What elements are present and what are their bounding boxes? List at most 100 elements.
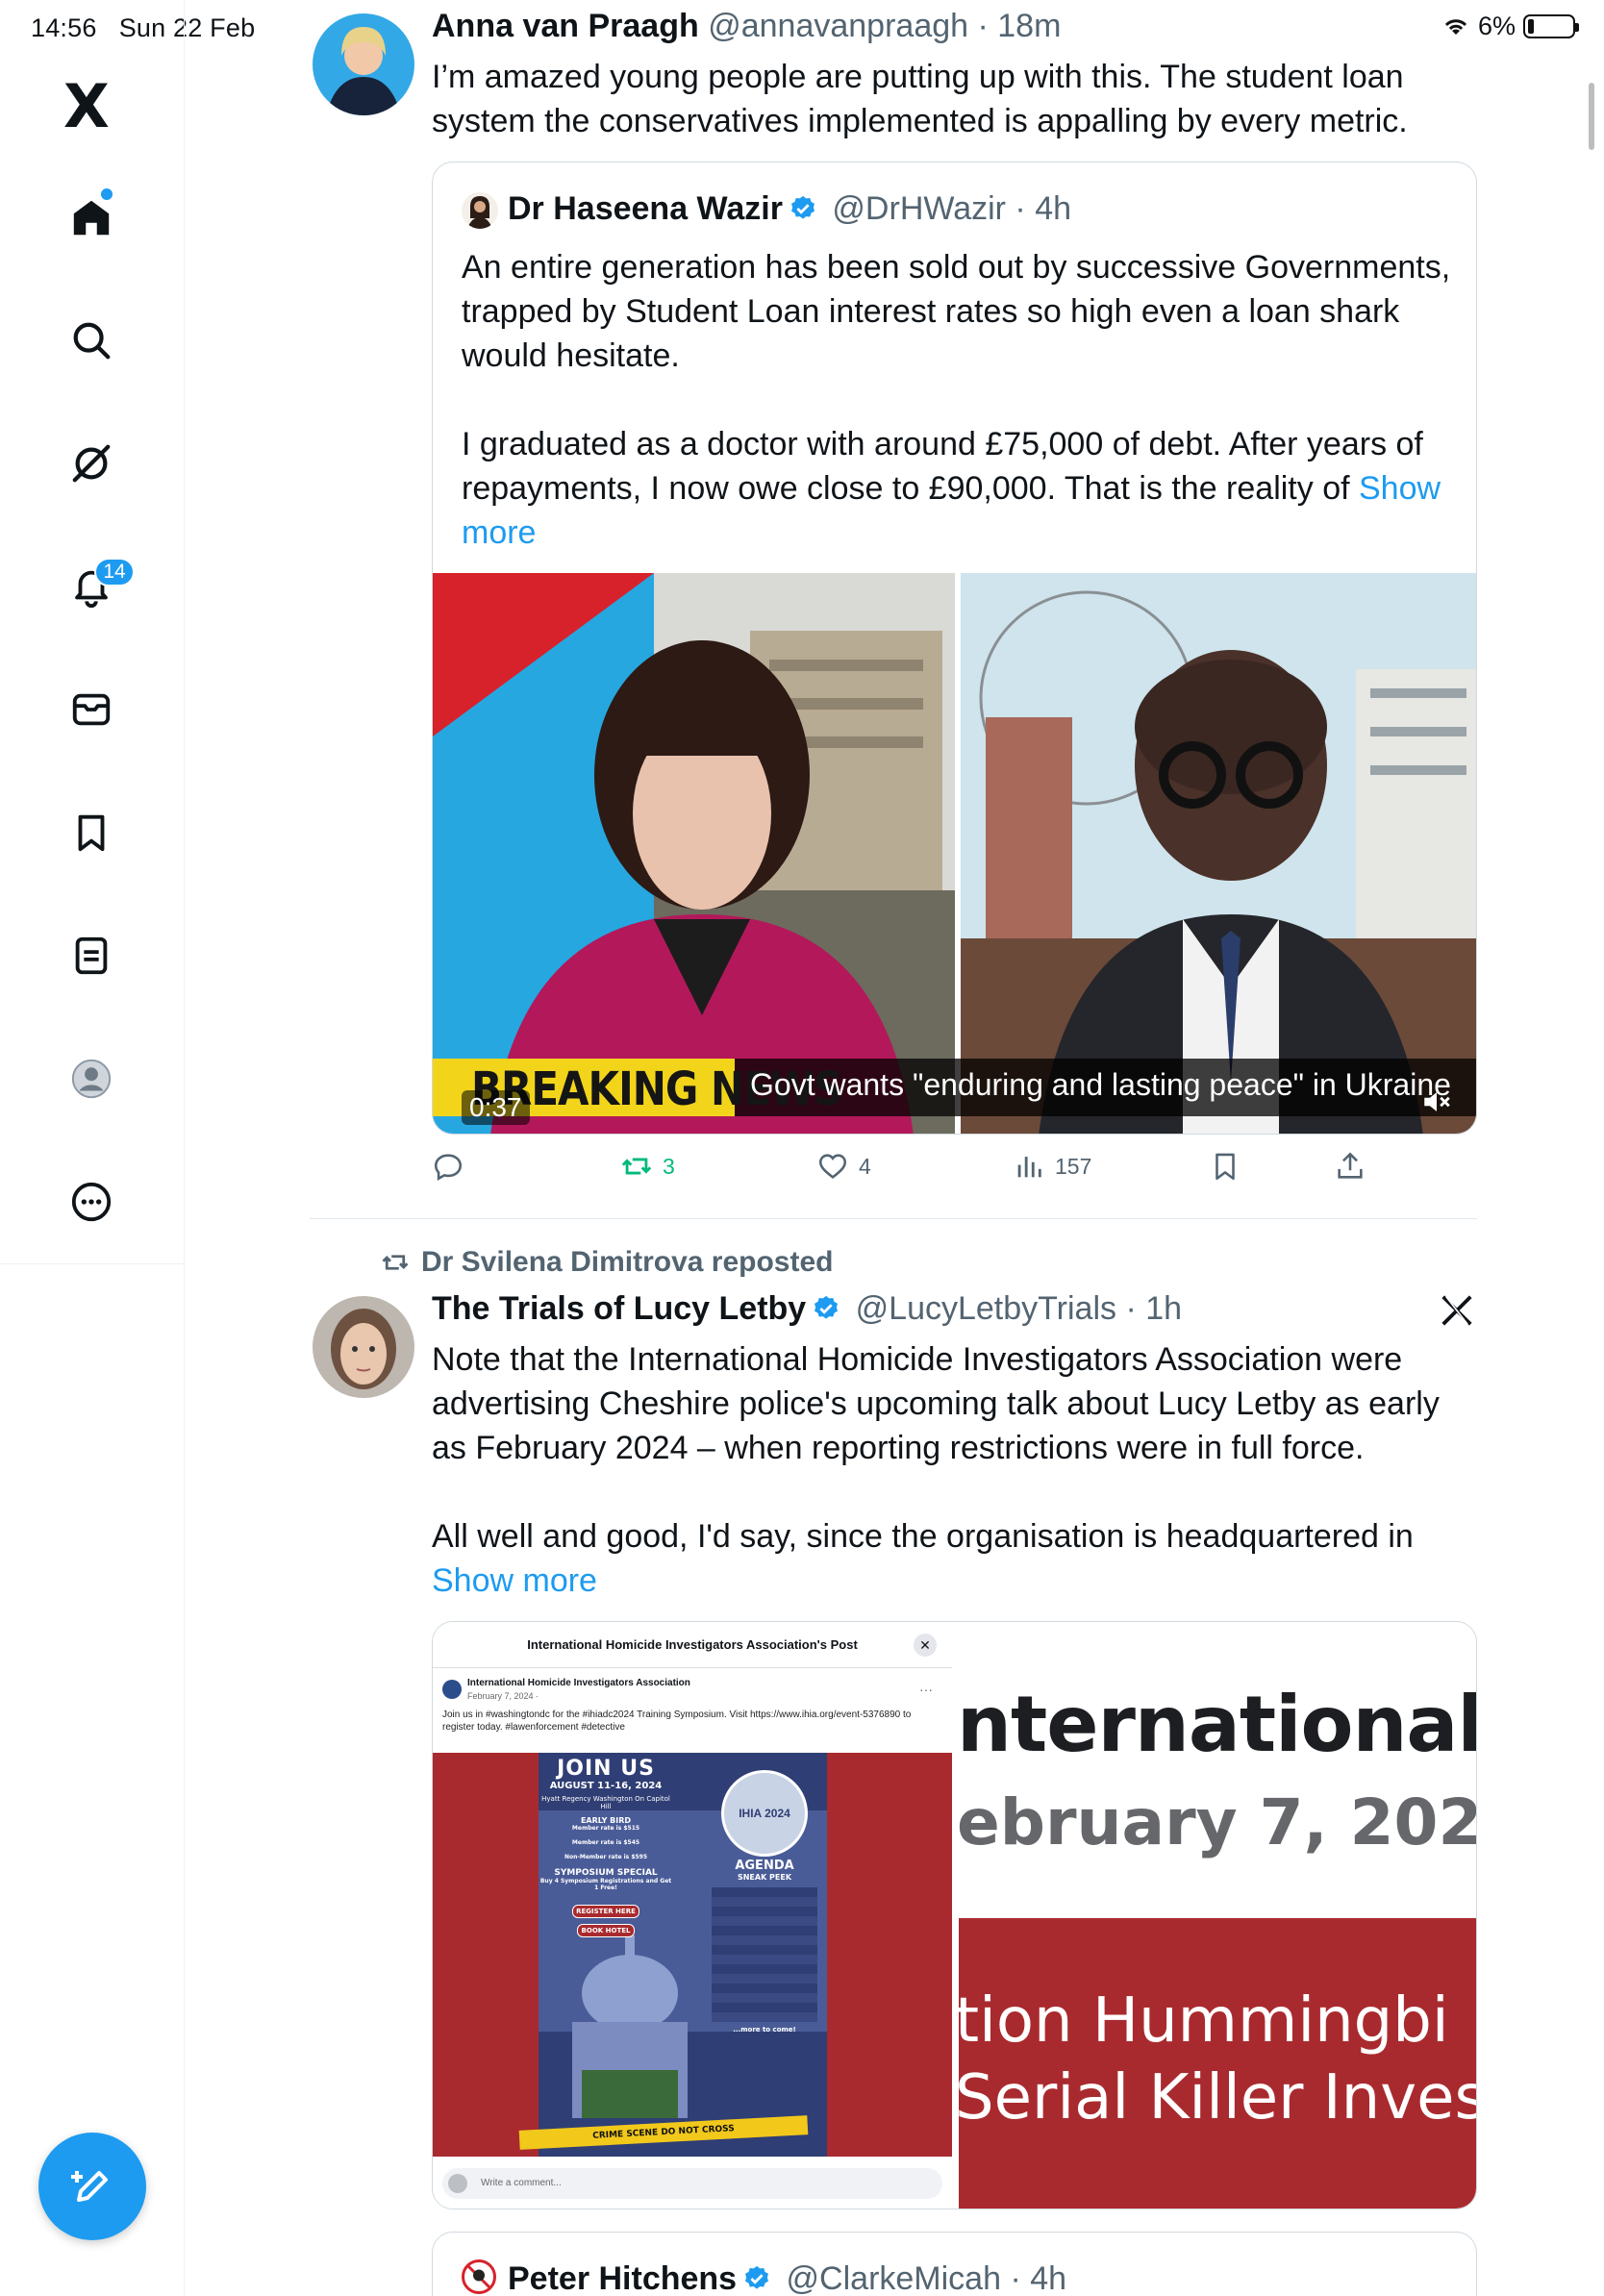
ticker-headline: Govt wants "enduring and lasting peace" … (750, 1067, 1451, 1102)
home-icon[interactable] (61, 187, 122, 249)
status-indicators: 6% (1441, 12, 1579, 41)
tweet-media-grid[interactable]: International Homicide Investigators Ass… (432, 1621, 1477, 2209)
tweet-time[interactable]: 1h (1145, 1290, 1182, 1327)
zoom-agenda-line-1: tion Hummingbi (959, 1985, 1449, 2057)
tweet-text: Note that the International Homicide Inv… (432, 1337, 1451, 1603)
share-button[interactable] (1334, 1150, 1366, 1183)
tweet-time[interactable]: 18m (997, 8, 1061, 44)
quote-avatar[interactable] (462, 192, 498, 229)
verified-badge-icon (790, 195, 815, 219)
tweet-text: I’m amazed young people are putting up w… (432, 59, 1408, 139)
fb-body: Join us in #washingtondc for the #ihiadc… (442, 1710, 912, 1733)
fb-comment-input: Write a comment... (442, 2168, 942, 2199)
search-icon[interactable] (61, 310, 122, 371)
battery-percent: 6% (1477, 12, 1516, 40)
scrollbar-thumb[interactable] (1589, 83, 1594, 150)
poster-right-column: AGENDA SNEAK PEEK ...more to come! (712, 1859, 817, 2034)
retweet-button[interactable]: 3 (620, 1150, 675, 1183)
quote-author-handle[interactable]: @ClarkeMicah (787, 2260, 1001, 2296)
fb-page-avatar (442, 1680, 462, 1699)
quote-paragraph-1: An entire generation has been sold out b… (462, 249, 1451, 374)
x-logo-icon[interactable]: X (63, 77, 110, 137)
compose-icon (71, 2171, 108, 2202)
video-player[interactable]: BREAKING NEWS Govt wants "enduring and l… (433, 573, 1476, 1134)
lists-icon[interactable] (61, 925, 122, 986)
mute-icon[interactable] (1420, 1086, 1453, 1118)
quote-time[interactable]: 4h (1030, 2260, 1066, 2296)
compose-post-button[interactable] (38, 2133, 146, 2240)
show-more-link[interactable]: Show more (432, 1562, 597, 1599)
views-button[interactable]: 157 (1013, 1150, 1091, 1183)
view-count: 157 (1055, 1153, 1092, 1179)
quote-paragraph-2: I graduated as a doctor with around £75,… (462, 426, 1441, 551)
tweet-paragraph-1: Note that the International Homicide Inv… (432, 1341, 1440, 1466)
messages-icon[interactable] (61, 679, 122, 740)
repost-indicator: Dr Svilena Dimitrova reposted (381, 1246, 833, 1279)
quoted-tweet[interactable]: Dr Haseena Wazir @DrHWazir · 4h An entir… (432, 162, 1477, 1135)
home-unread-dot (101, 188, 113, 200)
heart-icon (818, 1154, 847, 1179)
capitol-illustration (572, 1935, 688, 2118)
like-count: 4 (859, 1153, 871, 1179)
fb-author: International Homicide Investigators Ass… (467, 1678, 690, 1688)
zoom-agenda-line-2: Serial Killer Inves (959, 2062, 1477, 2134)
tweet-divider (310, 1218, 1477, 1219)
quoted-tweet-peter-hitchens[interactable]: Peter Hitchens @ClarkeMicah · 4h (432, 2232, 1477, 2296)
quote-text: An entire generation has been sold out b… (462, 245, 1452, 555)
verified-badge-icon (745, 2265, 769, 2289)
quote-header: Dr Haseena Wazir @DrHWazir · 4h (508, 190, 1072, 227)
reply-icon (434, 1154, 463, 1181)
poster-hotel-button: BOOK HOTEL (577, 1924, 635, 1937)
verified-badge-icon (815, 1295, 839, 1319)
avatar[interactable] (313, 1296, 414, 1398)
fb-comment-avatar (448, 2174, 467, 2193)
avatar[interactable] (313, 13, 414, 115)
tweet-header: Anna van Praagh @annavanpraagh · 18m (432, 8, 1062, 44)
video-duration: 0:37 (462, 1090, 530, 1125)
quote-header: Peter Hitchens @ClarkeMicah · 4h (508, 2260, 1067, 2296)
retweet-icon (621, 1158, 652, 1175)
reply-button[interactable] (432, 1150, 464, 1183)
poster-left-column: JOIN US AUGUST 11-16, 2024 Hyatt Regency… (539, 1757, 673, 1937)
video-frame (433, 573, 1476, 1134)
author-handle[interactable]: @annavanpraagh (708, 8, 968, 44)
views-chart-icon (1017, 1157, 1041, 1178)
profile-avatar-icon[interactable] (61, 1048, 122, 1110)
fb-post-title: International Homicide Investigators Ass… (433, 1622, 952, 1668)
tweet-paragraph-2: All well and good, I'd say, since the or… (432, 1518, 1414, 1599)
zoom-heading: nternational H (959, 1680, 1477, 1769)
quote-author-name[interactable]: Dr Haseena Wazir (508, 190, 783, 227)
poster-register-button: REGISTER HERE (572, 1905, 639, 1918)
fb-close-icon: ✕ (914, 1634, 937, 1657)
zoom-date: ebruary 7, 2024 (959, 1785, 1477, 1859)
fb-date: February 7, 2024 · (467, 1691, 539, 1701)
quote-time[interactable]: 4h (1035, 190, 1071, 227)
grok-icon[interactable] (61, 433, 122, 494)
retweet-count: 3 (663, 1153, 675, 1179)
tweet-actions: 3 4 157 (432, 1150, 1480, 1192)
sidebar: X 14 (0, 0, 185, 2296)
x-grok-icon[interactable] (1439, 1292, 1475, 1329)
battery-icon (1523, 14, 1579, 38)
fb-more-icon: ··· (919, 1682, 933, 1697)
media-image-zoom-crop[interactable]: nternational H ebruary 7, 2024 tion Humm… (959, 1622, 1477, 2209)
bookmark-button[interactable] (1209, 1150, 1241, 1183)
notifications-badge: 14 (94, 558, 135, 586)
author-handle[interactable]: @LucyLetbyTrials (856, 1290, 1116, 1327)
like-button[interactable]: 4 (816, 1150, 871, 1183)
reposted-by-text[interactable]: Dr Svilena Dimitrova reposted (421, 1246, 833, 1279)
bookmarks-icon[interactable] (61, 802, 122, 863)
author-name[interactable]: The Trials of Lucy Letby (432, 1290, 806, 1327)
more-options-icon[interactable] (61, 1171, 122, 1233)
tweet-header: The Trials of Lucy Letby @LucyLetbyTrial… (432, 1290, 1183, 1327)
author-name[interactable]: Anna van Praagh (432, 8, 699, 44)
quote-avatar[interactable] (462, 2259, 496, 2294)
poster-badge: IHIA 2024 (721, 1770, 808, 1857)
quote-author-name[interactable]: Peter Hitchens (508, 2260, 737, 2296)
share-icon (1338, 1152, 1363, 1179)
bookmark-icon (1216, 1153, 1235, 1181)
repost-icon (382, 1255, 409, 1270)
fb-poster: JOIN US AUGUST 11-16, 2024 Hyatt Regency… (433, 1753, 952, 2157)
media-image-facebook-post[interactable]: International Homicide Investigators Ass… (433, 1622, 952, 2209)
quote-author-handle[interactable]: @DrHWazir (832, 190, 1006, 227)
